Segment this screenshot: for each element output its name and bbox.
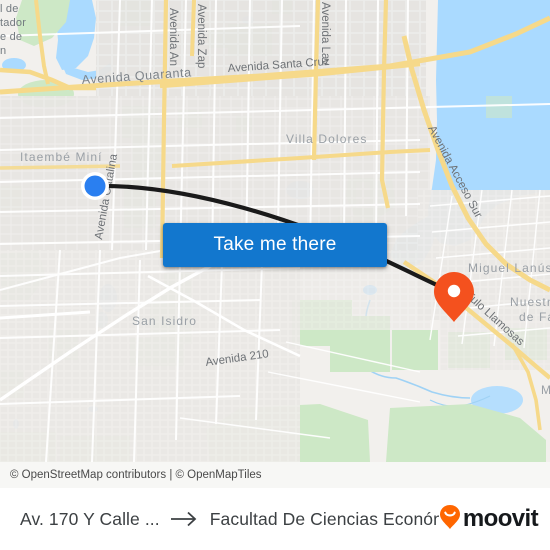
map-label-m: M	[541, 383, 550, 397]
take-me-there-button[interactable]: Take me there	[163, 223, 387, 267]
map-label-nuestra: Nuestra	[510, 295, 550, 309]
map-label-miguel-lanus: Miguel Lanús	[468, 261, 550, 275]
map-label-avenida-lav: Avenida Lav	[319, 2, 331, 65]
map-label-villa-dolores: Villa Dolores	[286, 132, 367, 146]
map-label-clipped-3: e de	[0, 31, 22, 43]
moovit-wordmark: moovit	[462, 505, 539, 532]
map-label-avenida-an: Avenida An	[167, 8, 179, 66]
map-label-san-isidro: San Isidro	[132, 314, 197, 328]
origin-marker[interactable]	[81, 172, 109, 200]
map-label-itaembe-mini: Itaembé Miní	[20, 150, 103, 164]
map-label-de-fa: de Fá	[519, 310, 550, 324]
map-label-avenida-zap: Avenida Zap	[195, 4, 207, 68]
route-footer: Av. 170 Y Calle ... Facultad De Ciencias…	[0, 488, 550, 550]
map-screen: l de tador e de n Avenida Quaranta Aveni…	[0, 0, 550, 550]
route-destination-label[interactable]: Facultad De Ciencias Económica...	[210, 509, 439, 530]
moovit-logo[interactable]: moovit	[439, 504, 550, 535]
route-summary: Av. 170 Y Calle ... Facultad De Ciencias…	[0, 509, 439, 530]
attribution-text[interactable]: © OpenStreetMap contributors | © OpenMap…	[0, 469, 262, 481]
map-label-clipped-4: n	[0, 45, 6, 57]
arrow-right-icon	[170, 510, 200, 528]
map-label-clipped-1: l de	[0, 3, 19, 15]
map-attribution-bar: © OpenStreetMap contributors | © OpenMap…	[0, 462, 550, 488]
map-label-clipped-2: tador	[0, 17, 26, 29]
route-origin-label[interactable]: Av. 170 Y Calle ...	[20, 509, 160, 530]
moovit-smile-pin-icon	[439, 504, 461, 535]
